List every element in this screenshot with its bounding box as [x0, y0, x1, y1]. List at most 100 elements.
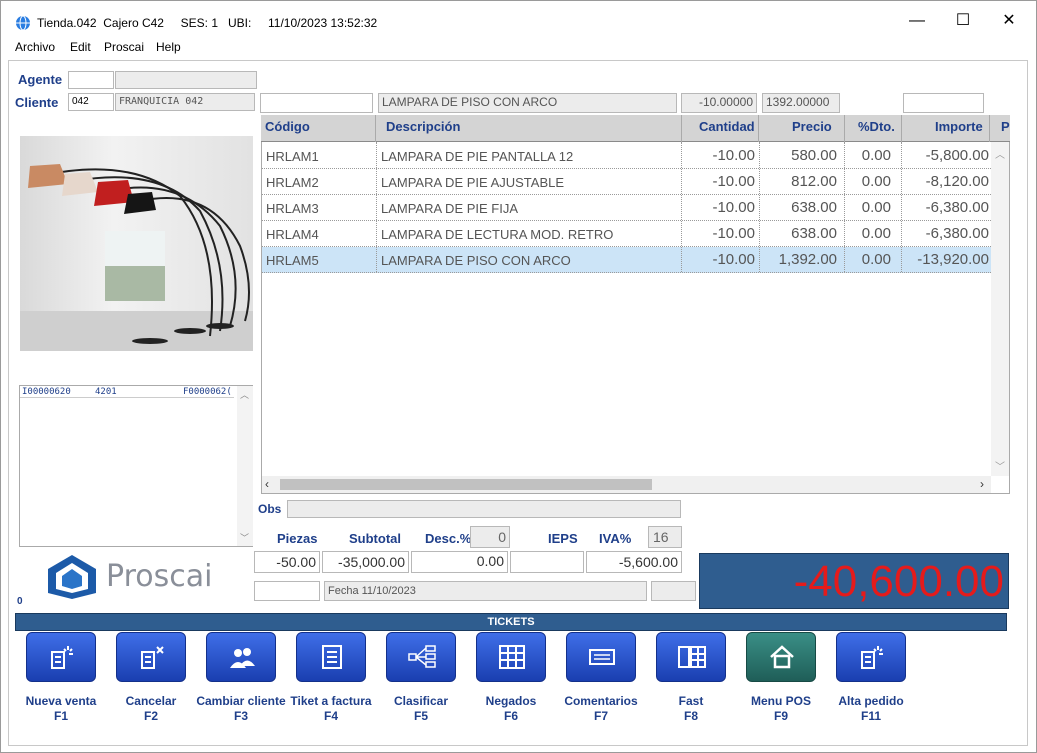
col-cantidad[interactable]: Cantidad [699, 119, 755, 134]
descuento-field: 0.00 [411, 551, 508, 573]
scroll-up-icon[interactable]: ︿ [240, 388, 249, 401]
list-item[interactable]: I00000620 4201 F0000062( [20, 386, 234, 398]
alta-pedido-button[interactable] [836, 632, 906, 682]
entry-qty-field: -10.00000 [681, 93, 757, 113]
function-key: F4 [323, 709, 338, 723]
entry-code-input[interactable] [260, 93, 373, 113]
desc-pct-field[interactable]: 0 [470, 526, 510, 548]
footer-input[interactable] [254, 581, 320, 601]
cancelar-button[interactable] [116, 632, 186, 682]
agente-code-field[interactable] [68, 71, 114, 89]
obs-field[interactable] [287, 500, 681, 518]
comments-icon [589, 649, 615, 665]
cell-dto: 0.00 [861, 251, 891, 268]
cliente-name-field: FRANQUICIA 042 [115, 93, 255, 111]
cell-importe: -5,800.00 [925, 147, 989, 164]
cell-precio: 638.00 [791, 199, 837, 216]
table-row[interactable]: HRLAM5 LAMPARA DE PISO CON ARCO -10.00 1,39… [262, 247, 991, 273]
home-icon [770, 645, 794, 669]
fecha-field: Fecha 11/10/2023 [324, 581, 647, 601]
function-label-text: Comentarios [564, 694, 638, 708]
function-label[interactable]: Clasificar F5 [376, 694, 466, 724]
col-p[interactable]: P [1001, 119, 1010, 134]
cell-dto: 0.00 [861, 147, 891, 164]
scroll-down-icon[interactable]: ﹀ [240, 531, 249, 544]
scroll-up-icon[interactable]: ︿ [995, 146, 1005, 161]
list-item-number: 4201 [95, 387, 117, 397]
menu-help[interactable]: Help [156, 40, 181, 54]
entry-extra-field[interactable] [903, 93, 984, 113]
function-key: F5 [413, 709, 428, 723]
floor-lamps-picture [20, 164, 253, 351]
function-label[interactable]: Comentarios F7 [556, 694, 646, 724]
close-button[interactable]: ✕ [986, 8, 1032, 34]
agente-label: Agente [18, 72, 63, 87]
cliente-code-field[interactable]: 042 [68, 93, 114, 111]
function-label[interactable]: Alta pedido F11 [826, 694, 916, 724]
grid-icon [499, 645, 525, 669]
grand-total-display: -40,600.00 [699, 553, 1009, 609]
clasificar-button[interactable] [386, 632, 456, 682]
function-label[interactable]: Tiket a factura F4 [286, 694, 376, 724]
col-precio[interactable]: Precio [792, 119, 832, 134]
entry-description-field: LAMPARA DE PISO CON ARCO [378, 93, 677, 113]
col-descripcion[interactable]: Descripción [386, 119, 460, 134]
footer-extra-field [651, 581, 696, 601]
table-row[interactable]: HRLAM1 LAMPARA DE PIE PANTALLA 12 -10.00 58… [262, 143, 991, 169]
scroll-left-icon[interactable]: ‹ [265, 477, 269, 491]
cell-importe: -6,380.00 [925, 225, 989, 242]
col-dto[interactable]: %Dto. [858, 119, 895, 134]
table-row[interactable]: HRLAM2 LAMPARA DE PIE AJUSTABLE -10.00 812.… [262, 169, 991, 195]
list-scrollbar[interactable]: ︿ ﹀ [237, 386, 253, 546]
iva-field: -5,600.00 [586, 551, 682, 573]
tiket-a-factura-button[interactable] [296, 632, 366, 682]
menu-archivo[interactable]: Archivo [15, 40, 55, 54]
product-image [20, 136, 253, 351]
col-importe[interactable]: Importe [935, 119, 983, 134]
proscai-logo: Proscai [44, 553, 234, 601]
iva-pct-field[interactable]: 16 [648, 526, 682, 548]
function-label-text: Cambiar cliente [196, 694, 286, 708]
menu-proscai[interactable]: Proscai [104, 40, 144, 54]
scroll-thumb[interactable] [280, 479, 652, 490]
cell-importe: -13,920.00 [917, 251, 989, 268]
function-label[interactable]: Cancelar F2 [106, 694, 196, 724]
comentarios-button[interactable] [566, 632, 636, 682]
menu-pos-button[interactable] [746, 632, 816, 682]
cell-cantidad: -10.00 [712, 173, 755, 190]
desc-label: Desc.% [425, 531, 472, 546]
ieps-label: IEPS [548, 531, 578, 546]
menu-edit[interactable]: Edit [70, 40, 91, 54]
function-label[interactable]: Negados F6 [466, 694, 556, 724]
scroll-down-icon[interactable]: ﹀ [995, 458, 1005, 473]
maximize-button[interactable]: ☐ [940, 8, 986, 34]
classify-tree-icon [408, 645, 436, 668]
function-key: F9 [773, 709, 788, 723]
table-row[interactable]: HRLAM4 LAMPARA DE LECTURA MOD. RETRO -10.0… [262, 221, 991, 247]
function-label[interactable]: Menu POS F9 [736, 694, 826, 724]
tickets-list-box[interactable]: I00000620 4201 F0000062( ︿ ﹀ [19, 385, 253, 547]
grid-horizontal-scrollbar[interactable]: ‹ › [262, 476, 991, 493]
function-label[interactable]: Cambiar cliente F3 [196, 694, 286, 724]
cell-codigo: HRLAM1 [266, 149, 319, 164]
scroll-right-icon[interactable]: › [980, 477, 984, 491]
cell-dto: 0.00 [861, 225, 891, 242]
function-label-text: Clasificar [393, 694, 449, 708]
minimize-button[interactable]: — [894, 8, 940, 34]
negados-button[interactable] [476, 632, 546, 682]
nueva-venta-button[interactable] [26, 632, 96, 682]
invoice-icon [322, 645, 342, 669]
function-label[interactable]: Nueva venta F1 [16, 694, 106, 724]
fast-button[interactable] [656, 632, 726, 682]
cell-descripcion: LAMPARA DE PIE FIJA [381, 201, 519, 216]
list-item-folio: F0000062( [183, 387, 232, 397]
cell-codigo: HRLAM4 [266, 227, 319, 242]
cambiar-cliente-button[interactable] [206, 632, 276, 682]
function-label[interactable]: Fast F8 [646, 694, 736, 724]
table-row[interactable]: HRLAM3 LAMPARA DE PIE FIJA -10.00 638.00 0.0… [262, 195, 991, 221]
grid-vertical-scrollbar[interactable]: ︿ ﹀ [991, 142, 1009, 476]
cell-codigo: HRLAM5 [266, 253, 319, 268]
cell-dto: 0.00 [861, 199, 891, 216]
function-key: F6 [503, 709, 518, 723]
col-codigo[interactable]: Código [265, 119, 310, 134]
